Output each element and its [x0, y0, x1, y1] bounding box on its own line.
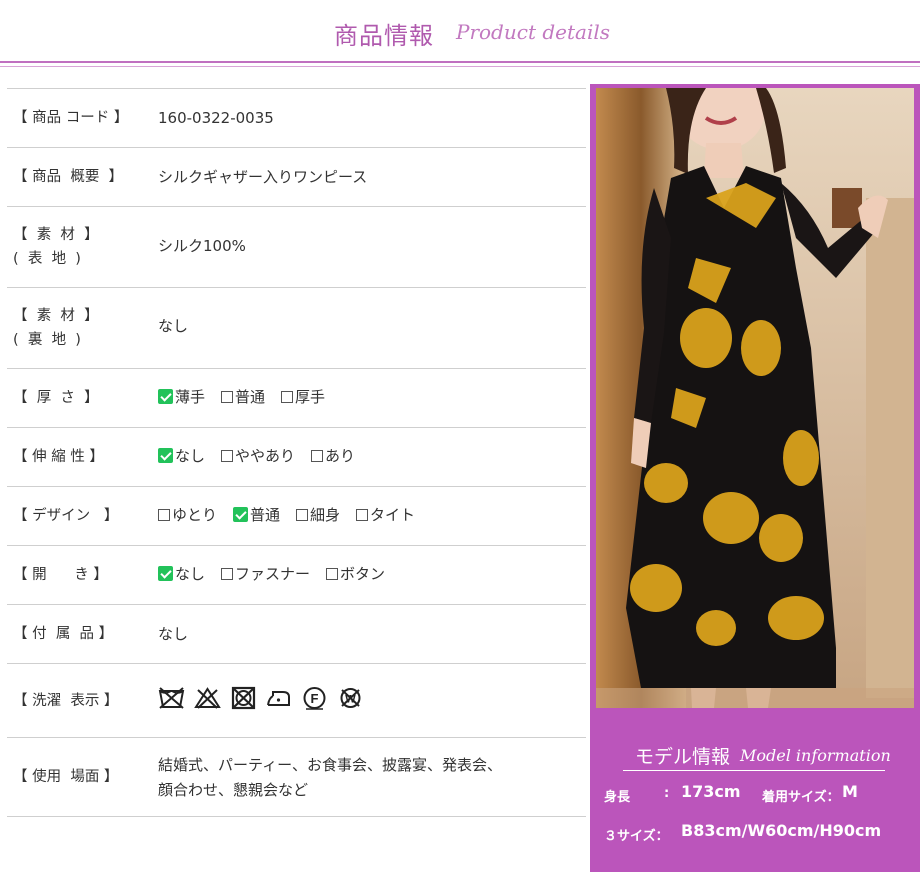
spec-label: 【 商品 概要 】	[13, 169, 124, 185]
dry-clean-f-icon: F	[303, 686, 326, 710]
model-size-label: 着用サイズ：	[762, 790, 840, 805]
spec-row-accessories: 【 付 属 品 】 なし	[7, 604, 586, 663]
model-height-label: 身長	[604, 790, 631, 805]
model-three-size-value: B83cm/W60cm/H90cm	[681, 821, 882, 840]
empty-checkbox-icon	[326, 568, 339, 580]
spec-label: 【 素 材 】	[13, 308, 99, 324]
option-item: 細身	[296, 502, 340, 528]
model-photo-illustration	[596, 88, 914, 708]
option-item: 普通	[233, 502, 280, 528]
header-divider-thin	[0, 66, 920, 67]
spec-label: 【 素 材 】	[13, 227, 99, 243]
spec-row-opening: 【 開 き 】 なし ファスナー ボタン	[7, 545, 586, 604]
wash-icons: F W	[158, 684, 368, 710]
model-size-value: M	[842, 782, 858, 801]
spec-label: 【 付 属 品 】	[13, 626, 114, 642]
checked-checkbox-icon	[158, 566, 173, 581]
spec-options: なし ややあり あり	[158, 443, 371, 469]
checked-checkbox-icon	[233, 507, 249, 522]
no-wet-clean-icon: W	[340, 687, 361, 708]
spec-value: シルクギャザー入りワンピース	[158, 168, 368, 186]
page-header: 商品情報 Product details	[0, 0, 920, 62]
no-tumble-dry-icon	[231, 686, 255, 709]
page-subtitle: Product details	[456, 20, 610, 44]
spec-row-occasion: 【 使用 場面 】 結婚式、パーティー、お食事会、披露宴、発表会、 顔合わせ、懇…	[7, 737, 586, 817]
model-photo	[596, 88, 914, 708]
checked-checkbox-icon	[158, 389, 173, 404]
spec-value: なし	[158, 317, 189, 335]
model-height-value: 173cm	[681, 782, 741, 801]
model-three-size-label: ３サイズ：	[604, 829, 669, 844]
model-info-title: モデル情報	[635, 746, 731, 768]
spec-label-sub: ( 裏 地 )	[13, 332, 81, 348]
option-item: ややあり	[221, 443, 295, 469]
spec-value: シルク100%	[158, 237, 246, 255]
spec-label: 【 伸 縮 性 】	[13, 449, 104, 465]
spec-options: 薄手 普通 厚手	[158, 384, 341, 410]
spec-options: ゆとり 普通 細身 タイト	[158, 502, 431, 528]
empty-checkbox-icon	[281, 391, 294, 403]
option-item: ボタン	[326, 561, 385, 587]
spec-row-code: 【 商品 コード 】 160-0322-0035	[7, 88, 586, 147]
empty-checkbox-icon	[356, 509, 369, 521]
spec-row-summary: 【 商品 概要 】 シルクギャザー入りワンピース	[7, 147, 586, 206]
spec-row-stretch: 【 伸 縮 性 】 なし ややあり あり	[7, 427, 586, 486]
spec-label: 【 商品 コード 】	[13, 110, 129, 126]
model-info-subtitle: Model information	[740, 746, 891, 765]
spec-label-sub: ( 表 地 )	[13, 251, 81, 267]
spec-label: 【 デザイン 】	[13, 508, 119, 524]
spec-row-material-lining: 【 素 材 】 ( 裏 地 ) なし	[7, 287, 586, 368]
spec-value-cont: 顔合わせ、懇親会など	[158, 781, 309, 799]
empty-checkbox-icon	[221, 450, 234, 462]
model-height-colon: :	[664, 786, 670, 801]
option-item: ゆとり	[158, 502, 217, 528]
option-item: タイト	[356, 502, 415, 528]
spec-label: 【 洗濯 表示 】	[13, 693, 119, 709]
option-item: 厚手	[281, 384, 325, 410]
page-title: 商品情報	[334, 22, 434, 50]
spec-value: 結婚式、パーティー、お食事会、披露宴、発表会、	[158, 756, 502, 774]
spec-value: なし	[158, 625, 189, 643]
no-bleach-icon	[193, 686, 221, 709]
spec-row-material-outer: 【 素 材 】 ( 表 地 ) シルク100%	[7, 206, 586, 287]
empty-checkbox-icon	[221, 391, 234, 403]
option-item: 薄手	[158, 384, 205, 410]
model-info-divider	[623, 770, 885, 771]
spec-label: 【 開 き 】	[13, 567, 108, 583]
option-item: なし	[158, 561, 205, 587]
spec-value: 160-0322-0035	[158, 109, 274, 127]
spec-label: 【 使用 場面 】	[13, 769, 119, 785]
spec-label: 【 厚 さ 】	[13, 390, 99, 406]
empty-checkbox-icon	[221, 568, 234, 580]
iron-low-icon	[267, 690, 291, 706]
spec-table: 【 商品 コード 】 160-0322-0035 【 商品 概要 】 シルクギャ…	[7, 88, 586, 817]
option-item: 普通	[221, 384, 265, 410]
empty-checkbox-icon	[311, 450, 324, 462]
option-item: なし	[158, 443, 205, 469]
spec-row-washing: 【 洗濯 表示 】 F W	[7, 663, 586, 737]
svg-text:F: F	[311, 691, 319, 706]
empty-checkbox-icon	[296, 509, 309, 521]
empty-checkbox-icon	[158, 509, 170, 521]
no-wash-icon	[158, 686, 185, 709]
spec-options: なし ファスナー ボタン	[158, 561, 401, 587]
option-item: ファスナー	[221, 561, 310, 587]
checked-checkbox-icon	[158, 448, 173, 463]
option-item: あり	[311, 443, 355, 469]
spec-row-design: 【 デザイン 】 ゆとり 普通 細身 タイト	[7, 486, 586, 545]
spec-row-thickness: 【 厚 さ 】 薄手 普通 厚手	[7, 368, 586, 427]
header-divider	[0, 61, 920, 63]
